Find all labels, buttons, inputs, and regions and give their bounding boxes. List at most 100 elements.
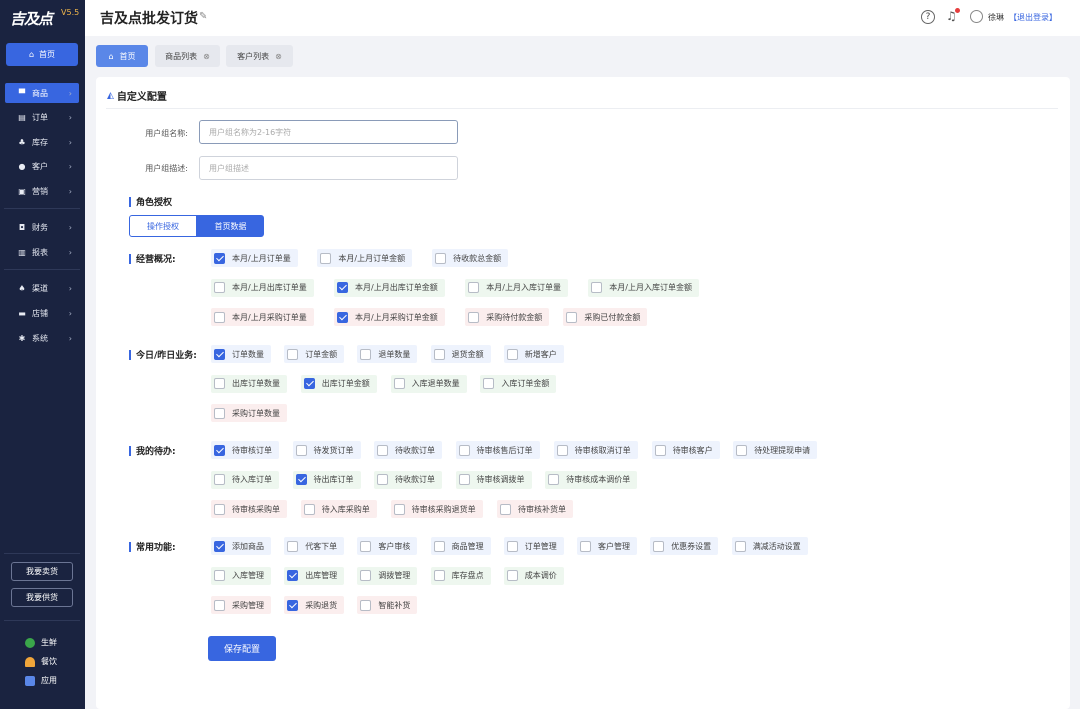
checkbox-unchecked-icon[interactable]	[435, 252, 447, 264]
checkbox-unchecked-icon[interactable]	[653, 540, 665, 552]
permission-checkbox[interactable]: 添加商品	[211, 537, 271, 555]
edit-icon[interactable]: ✎	[199, 11, 207, 22]
sidebar-item-finance[interactable]: ◘ 财务 ›	[5, 217, 79, 237]
permission-checkbox[interactable]: 待审核采购单	[211, 500, 287, 518]
permission-checkbox[interactable]: 库存盘点	[430, 566, 491, 585]
permission-checkbox[interactable]: 本月/上月出库订单金额	[334, 278, 445, 297]
tab-home[interactable]: ⌂ 首页	[96, 45, 148, 67]
app-apps[interactable]: 应用	[25, 675, 57, 686]
permission-checkbox[interactable]: 待审核成本调价单	[545, 470, 638, 489]
checkbox-unchecked-icon[interactable]	[287, 348, 299, 360]
permission-checkbox[interactable]: 本月/上月入库订单量	[465, 278, 568, 297]
checkbox-unchecked-icon[interactable]	[506, 540, 518, 552]
permission-checkbox[interactable]: 代客下单	[284, 537, 345, 555]
group-desc-input[interactable]: 用户组描述	[199, 156, 458, 180]
checkbox-unchecked-icon[interactable]	[214, 378, 225, 389]
sidebar-home-button[interactable]: ⌂ 首页	[6, 43, 78, 66]
checkbox-unchecked-icon[interactable]	[654, 444, 666, 456]
permission-checkbox[interactable]: 待审核售后订单	[455, 441, 540, 459]
tab-operation-auth[interactable]: 操作授权	[129, 215, 197, 237]
permission-checkbox[interactable]: 待发货订单	[292, 441, 361, 459]
permission-checkbox[interactable]: 待收款总金额	[432, 249, 509, 267]
checkbox-unchecked-icon[interactable]	[458, 444, 470, 456]
sidebar-item-reports[interactable]: ▥ 报表 ›	[5, 242, 79, 262]
permission-checkbox[interactable]: 新增客户	[503, 345, 564, 363]
permission-checkbox[interactable]: 调拨管理	[357, 566, 418, 585]
avatar[interactable]	[970, 10, 983, 23]
permission-checkbox[interactable]: 本月/上月入库订单金额	[588, 278, 699, 297]
checkbox-unchecked-icon[interactable]	[393, 503, 405, 515]
checkbox-unchecked-icon[interactable]	[468, 311, 480, 323]
permission-checkbox[interactable]: 客户审核	[357, 537, 418, 555]
permission-checkbox[interactable]: 商品管理	[430, 537, 491, 555]
permission-checkbox[interactable]: 出库订单数量	[211, 374, 287, 393]
checkbox-unchecked-icon[interactable]	[556, 444, 568, 456]
checkbox-checked-icon[interactable]	[337, 282, 348, 293]
permission-checkbox[interactable]: 待处理提现申请	[733, 441, 818, 459]
checkbox-checked-icon[interactable]	[287, 599, 299, 611]
app-fresh[interactable]: 生鲜	[25, 637, 57, 648]
permission-checkbox[interactable]: 本月/上月采购订单量	[211, 308, 314, 326]
permission-checkbox[interactable]: 订单金额	[284, 345, 345, 363]
checkbox-unchecked-icon[interactable]	[214, 474, 225, 485]
app-catering[interactable]: 餐饮	[25, 656, 57, 667]
sidebar-item-customers[interactable]: ● 客户 ›	[5, 156, 79, 176]
checkbox-unchecked-icon[interactable]	[566, 311, 578, 323]
checkbox-checked-icon[interactable]	[214, 348, 225, 360]
permission-checkbox[interactable]: 待审核订单	[211, 441, 279, 459]
checkbox-unchecked-icon[interactable]	[591, 282, 603, 293]
permission-checkbox[interactable]: 出库订单金额	[300, 374, 377, 393]
checkbox-unchecked-icon[interactable]	[295, 444, 307, 456]
sidebar-item-goods[interactable]: ▀ 商品 ›	[5, 83, 79, 103]
checkbox-unchecked-icon[interactable]	[360, 540, 372, 552]
checkbox-unchecked-icon[interactable]	[506, 570, 518, 581]
checkbox-unchecked-icon[interactable]	[483, 378, 495, 389]
checkbox-unchecked-icon[interactable]	[433, 348, 445, 360]
tab-goods-list[interactable]: 商品列表 ⊗	[155, 45, 220, 67]
checkbox-unchecked-icon[interactable]	[736, 444, 748, 456]
permission-checkbox[interactable]: 本月/上月订单量	[211, 249, 298, 267]
checkbox-checked-icon[interactable]	[214, 444, 225, 456]
checkbox-unchecked-icon[interactable]	[214, 570, 225, 581]
checkbox-unchecked-icon[interactable]	[214, 503, 225, 515]
checkbox-unchecked-icon[interactable]	[377, 474, 388, 485]
permission-checkbox[interactable]: 退单数量	[357, 345, 418, 363]
checkbox-unchecked-icon[interactable]	[303, 503, 315, 515]
checkbox-unchecked-icon[interactable]	[214, 282, 225, 293]
permission-checkbox[interactable]: 待审核调拨单	[455, 470, 532, 489]
permission-checkbox[interactable]: 入库管理	[211, 566, 271, 585]
checkbox-unchecked-icon[interactable]	[214, 599, 225, 611]
checkbox-unchecked-icon[interactable]	[287, 540, 299, 552]
checkbox-unchecked-icon[interactable]	[360, 348, 372, 360]
checkbox-checked-icon[interactable]	[295, 474, 307, 485]
sell-goods-button[interactable]: 我要卖货	[11, 562, 73, 581]
permission-checkbox[interactable]: 入库退单数量	[390, 374, 467, 393]
checkbox-checked-icon[interactable]	[287, 570, 299, 581]
close-icon[interactable]: ⊗	[275, 52, 282, 61]
permission-checkbox[interactable]: 订单数量	[211, 345, 271, 363]
permission-checkbox[interactable]: 待审核取消订单	[553, 441, 638, 459]
permission-checkbox[interactable]: 优惠券设置	[650, 537, 719, 555]
permission-checkbox[interactable]: 待收款订单	[374, 470, 442, 489]
checkbox-unchecked-icon[interactable]	[320, 252, 332, 264]
tab-customer-list[interactable]: 客户列表 ⊗	[226, 45, 293, 67]
checkbox-checked-icon[interactable]	[214, 540, 225, 552]
sidebar-item-system[interactable]: ✱ 系统 ›	[5, 328, 79, 348]
permission-checkbox[interactable]: 待审核补货单	[497, 500, 573, 518]
permission-checkbox[interactable]: 出库管理	[284, 566, 345, 585]
permission-checkbox[interactable]: 满减活动设置	[731, 537, 808, 555]
permission-checkbox[interactable]: 待审核采购退货单	[390, 500, 483, 518]
checkbox-unchecked-icon[interactable]	[580, 540, 591, 552]
checkbox-unchecked-icon[interactable]	[433, 540, 445, 552]
save-config-button[interactable]: 保存配置	[208, 636, 276, 661]
checkbox-unchecked-icon[interactable]	[393, 378, 405, 389]
checkbox-checked-icon[interactable]	[337, 311, 348, 323]
permission-checkbox[interactable]: 本月/上月订单金额	[317, 249, 413, 267]
permission-checkbox[interactable]: 待审核客户	[651, 441, 720, 459]
checkbox-unchecked-icon[interactable]	[500, 503, 511, 515]
sidebar-item-channels[interactable]: ♠ 渠道 ›	[5, 278, 79, 298]
checkbox-unchecked-icon[interactable]	[360, 599, 372, 611]
permission-checkbox[interactable]: 待入库采购单	[300, 500, 377, 518]
permission-checkbox[interactable]: 采购退货	[284, 596, 345, 614]
permission-checkbox[interactable]: 入库订单金额	[480, 374, 557, 393]
